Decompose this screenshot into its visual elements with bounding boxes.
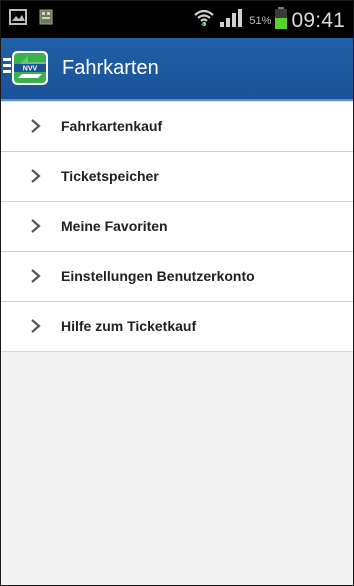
menu-item-fahrkartenkauf[interactable]: Fahrkartenkauf (1, 101, 353, 152)
battery-icon (275, 7, 288, 34)
menu-item-meine-favoriten[interactable]: Meine Favoriten (1, 202, 353, 252)
menu-item-label: Hilfe zum Ticketkauf (61, 318, 197, 334)
menu-item-label: Fahrkartenkauf (61, 118, 163, 134)
main-menu: Fahrkartenkauf Ticketspeicher Meine Favo… (1, 101, 353, 352)
battery-percent: 51% (249, 14, 272, 27)
status-bar-left (9, 9, 53, 30)
app-title: Fahrkarten (62, 57, 159, 79)
chevron-right-icon (29, 119, 43, 133)
chevron-right-icon (29, 219, 43, 233)
status-time: 09:41 (291, 8, 345, 32)
chevron-right-icon (29, 169, 43, 183)
menu-item-ticketspeicher[interactable]: Ticketspeicher (1, 152, 353, 202)
status-bar: 51% 09:41 (1, 1, 353, 38)
logo-text: NVV (23, 66, 38, 73)
drawer-menu-icon[interactable] (3, 58, 11, 74)
chevron-right-icon (29, 269, 43, 283)
menu-item-einstellungen-benutzerkonto[interactable]: Einstellungen Benutzerkonto (1, 252, 353, 302)
app-bar: NVV Fahrkarten (1, 38, 353, 101)
app-screen: 51% 09:41 NVV Fahrkarten Fahrkartenkauf … (0, 0, 354, 586)
nvv-logo[interactable]: NVV (12, 51, 48, 85)
chevron-right-icon (29, 319, 43, 333)
status-bar-right: 51% 09:41 (193, 7, 345, 34)
menu-item-hilfe-zum-ticketkauf[interactable]: Hilfe zum Ticketkauf (1, 302, 353, 352)
wifi-icon (193, 7, 215, 34)
gallery-icon (9, 9, 27, 30)
menu-item-label: Ticketspeicher (61, 168, 159, 184)
notification-icon (39, 9, 53, 30)
menu-item-label: Einstellungen Benutzerkonto (61, 268, 255, 284)
menu-item-label: Meine Favoriten (61, 218, 168, 234)
signal-icon (219, 8, 243, 33)
